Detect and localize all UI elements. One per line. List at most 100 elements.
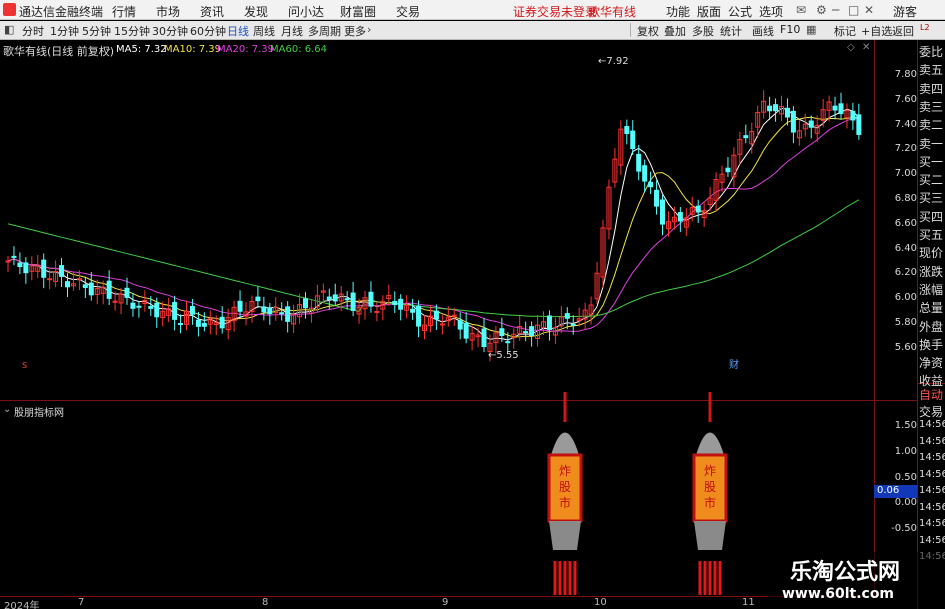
period-tab-more[interactable]: 更多 bbox=[344, 23, 366, 39]
candle-body bbox=[195, 319, 201, 327]
y-tick-label: 6.40 bbox=[894, 242, 917, 254]
y-tick-label: 7.60 bbox=[894, 93, 917, 105]
maximize-icon[interactable]: □ bbox=[848, 3, 859, 17]
rocket-signal: 炸股市 bbox=[547, 392, 583, 595]
quote-panel-row[interactable]: 卖二 bbox=[919, 116, 945, 133]
candle-body bbox=[570, 323, 576, 326]
period-tab-multi[interactable]: 多周期 bbox=[308, 23, 341, 39]
candle-body bbox=[154, 302, 160, 318]
period-tab-30min[interactable]: 30分钟 bbox=[152, 23, 188, 39]
period-tab-monthly[interactable]: 月线 bbox=[281, 23, 303, 39]
candle-body bbox=[481, 328, 487, 348]
ma-line-20 bbox=[7, 117, 859, 332]
period-tab-15min[interactable]: 15分钟 bbox=[114, 23, 150, 39]
candle-body bbox=[457, 320, 463, 330]
quote-panel-row[interactable]: 卖五 bbox=[919, 61, 945, 78]
price-chart[interactable]: ←7.92←5.55财S 炸股市炸股市 bbox=[0, 40, 874, 600]
trade-panel-row[interactable]: 自动 bbox=[919, 386, 945, 403]
indicator-value-box: 0.06 bbox=[874, 485, 917, 498]
watermark-url: www.60lt.com bbox=[782, 586, 895, 602]
quote-panel-row[interactable]: 买一 bbox=[919, 153, 945, 170]
menu-item-trade[interactable]: 交易 bbox=[396, 3, 420, 20]
candle-body bbox=[392, 300, 398, 306]
trade-panel-row[interactable]: 14:56 bbox=[919, 469, 945, 480]
y-tick-label: 6.80 bbox=[894, 193, 917, 204]
app-logo-icon bbox=[3, 3, 16, 16]
svg-text:股: 股 bbox=[559, 480, 571, 494]
candle-body bbox=[725, 167, 731, 173]
quote-panel-row[interactable]: 现价 bbox=[919, 244, 945, 261]
toolbar-back[interactable]: 返回 bbox=[892, 23, 914, 39]
close-icon[interactable]: ✕ bbox=[864, 3, 874, 17]
sidebar-toggle-icon[interactable]: ◧ bbox=[4, 23, 14, 36]
period-tab-5min[interactable]: 5分钟 bbox=[82, 23, 111, 39]
toolbar-stats[interactable]: 统计 bbox=[720, 23, 742, 39]
toolbar-draw[interactable]: 画线 bbox=[752, 23, 774, 39]
trade-panel-row[interactable]: 14:56 bbox=[919, 419, 945, 430]
menu-item-ask[interactable]: 问小达 bbox=[288, 3, 324, 20]
menu-item-wealth[interactable]: 财富圈 bbox=[340, 3, 376, 20]
period-tab-tick[interactable]: 分时 bbox=[22, 23, 44, 39]
toolbar-f10[interactable]: F10 bbox=[780, 23, 800, 36]
quote-panel-row[interactable]: 买二 bbox=[919, 171, 945, 188]
candle-body bbox=[832, 105, 838, 111]
menu-item-market[interactable]: 市场 bbox=[156, 3, 180, 20]
quote-panel-row[interactable]: 买五 bbox=[919, 226, 945, 243]
candle-body bbox=[124, 287, 130, 298]
period-tab-60min[interactable]: 60分钟 bbox=[190, 23, 226, 39]
toolbar-adjust[interactable]: 复权 bbox=[637, 23, 659, 39]
trade-panel-row[interactable]: 14:56 bbox=[919, 485, 945, 496]
trade-panel-row[interactable]: 14:56 bbox=[919, 436, 945, 447]
calculator-icon[interactable]: ▦ bbox=[806, 23, 816, 36]
settings-icon[interactable]: ⚙ bbox=[816, 3, 827, 17]
quote-panel-row[interactable]: 买三 bbox=[919, 189, 945, 206]
chevron-right-icon[interactable]: › bbox=[367, 23, 371, 36]
toolbar-add-watch[interactable]: +自选 bbox=[861, 23, 892, 39]
indicator-y-tick: 1.50 bbox=[894, 420, 917, 431]
toolbar-mark[interactable]: 标记 bbox=[834, 23, 856, 39]
trade-panel-row[interactable]: 14:56 bbox=[919, 535, 945, 546]
candle-body bbox=[790, 110, 796, 133]
trade-login-status[interactable]: 证券交易未登录 bbox=[513, 3, 597, 20]
toolbar-overlay[interactable]: 叠加 bbox=[664, 23, 686, 39]
axis-divider bbox=[874, 40, 875, 597]
candle-body bbox=[767, 105, 773, 112]
menu-item-quotes[interactable]: 行情 bbox=[112, 3, 136, 20]
quote-panel-row[interactable]: 买四 bbox=[919, 208, 945, 225]
minimize-icon[interactable]: ─ bbox=[832, 3, 839, 17]
menu-layout[interactable]: 版面 bbox=[697, 3, 721, 20]
toolbar-multistock[interactable]: 多股 bbox=[692, 23, 714, 39]
menu-function[interactable]: 功能 bbox=[666, 3, 690, 20]
quote-panel-row[interactable]: 委比 bbox=[919, 43, 945, 60]
quote-panel-row[interactable]: 净资 bbox=[919, 354, 945, 371]
period-tab-daily[interactable]: 日线 bbox=[227, 23, 249, 39]
trade-panel-row[interactable]: 14:56 bbox=[919, 452, 945, 463]
candle-body bbox=[433, 310, 439, 320]
quote-panel-row[interactable]: 卖四 bbox=[919, 80, 945, 97]
trade-panel-row[interactable]: 交易 bbox=[919, 403, 945, 420]
period-tab-1min[interactable]: 1分钟 bbox=[50, 23, 79, 39]
stock-tab[interactable]: 歌华有线 bbox=[588, 3, 636, 20]
quote-panel-row[interactable]: 总量 bbox=[919, 299, 945, 316]
menu-formula[interactable]: 公式 bbox=[728, 3, 752, 20]
user-guest[interactable]: 游客 bbox=[893, 3, 917, 20]
trade-panel-row[interactable]: 14:56 bbox=[919, 518, 945, 529]
candle-body bbox=[303, 298, 308, 309]
menu-item-news[interactable]: 资讯 bbox=[200, 3, 224, 20]
quote-panel-row[interactable]: 卖一 bbox=[919, 135, 945, 152]
period-tab-weekly[interactable]: 周线 bbox=[253, 23, 275, 39]
menu-item-discover[interactable]: 发现 bbox=[244, 3, 268, 20]
quote-panel-row[interactable]: 卖三 bbox=[919, 98, 945, 115]
mail-icon[interactable]: ✉ bbox=[796, 3, 806, 17]
ma-line-5 bbox=[7, 107, 860, 341]
trade-panel-row[interactable]: 14:56 bbox=[919, 502, 945, 513]
quote-panel-row[interactable]: 外盘 bbox=[919, 318, 945, 335]
candle-body bbox=[636, 153, 642, 172]
indicator-y-tick: 0.50 bbox=[894, 471, 917, 483]
quote-panel-row[interactable]: 换手 bbox=[919, 336, 945, 353]
quote-panel-row[interactable]: 涨跌 bbox=[919, 263, 945, 280]
quote-panel-row[interactable]: 涨幅 bbox=[919, 281, 945, 298]
candle-body bbox=[47, 278, 53, 281]
x-label-jul: 7 bbox=[78, 597, 85, 608]
menu-options[interactable]: 选项 bbox=[759, 3, 783, 20]
